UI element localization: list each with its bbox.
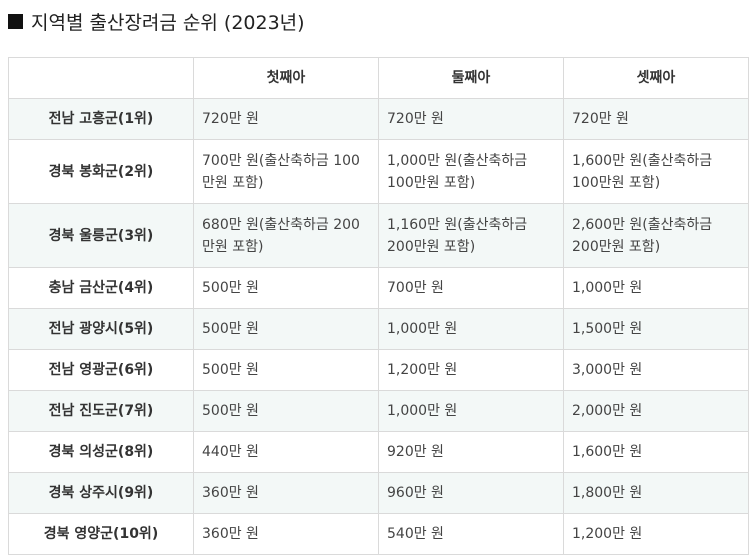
second-child-cell: 1,000만 원(출산축하금 100만원 포함) [378, 139, 564, 204]
header-third-child: 셋째아 [563, 57, 749, 99]
third-child-cell: 1,600만 원 [563, 431, 749, 473]
third-child-cell: 1,000만 원 [563, 267, 749, 309]
region-cell: 전남 진도군(7위) [8, 390, 194, 432]
first-child-cell: 700만 원(출산축하금 100만원 포함) [193, 139, 379, 204]
second-child-cell: 1,000만 원 [378, 308, 564, 350]
region-cell: 경북 상주시(9위) [8, 472, 194, 514]
region-cell: 충남 금산군(4위) [8, 267, 194, 309]
region-cell: 전남 고흥군(1위) [8, 98, 194, 140]
third-child-cell: 1,500만 원 [563, 308, 749, 350]
region-cell: 경북 영양군(10위) [8, 513, 194, 555]
third-child-cell: 1,200만 원 [563, 513, 749, 555]
table-row: 충남 금산군(4위) 500만 원 700만 원 1,000만 원 [8, 267, 749, 309]
region-cell: 경북 봉화군(2위) [8, 139, 194, 204]
first-child-cell: 440만 원 [193, 431, 379, 473]
second-child-cell: 1,160만 원(출산축하금 200만원 포함) [378, 203, 564, 268]
third-child-cell: 3,000만 원 [563, 349, 749, 391]
table-row: 경북 상주시(9위) 360만 원 960만 원 1,800만 원 [8, 472, 749, 514]
region-cell: 전남 광양시(5위) [8, 308, 194, 350]
second-child-cell: 720만 원 [378, 98, 564, 140]
second-child-cell: 1,200만 원 [378, 349, 564, 391]
table-row: 전남 고흥군(1위) 720만 원 720만 원 720만 원 [8, 98, 749, 140]
region-cell: 전남 영광군(6위) [8, 349, 194, 391]
first-child-cell: 500만 원 [193, 349, 379, 391]
third-child-cell: 2,000만 원 [563, 390, 749, 432]
table-row: 경북 봉화군(2위) 700만 원(출산축하금 100만원 포함) 1,000만… [8, 139, 749, 204]
third-child-cell: 2,600만 원(출산축하금 200만원 포함) [563, 203, 749, 268]
table-row: 전남 진도군(7위) 500만 원 1,000만 원 2,000만 원 [8, 390, 749, 432]
table-header-row: 첫째아 둘째아 셋째아 [8, 57, 749, 99]
third-child-cell: 720만 원 [563, 98, 749, 140]
first-child-cell: 360만 원 [193, 513, 379, 555]
second-child-cell: 1,000만 원 [378, 390, 564, 432]
header-second-child: 둘째아 [378, 57, 564, 99]
header-region [8, 57, 194, 99]
second-child-cell: 920만 원 [378, 431, 564, 473]
second-child-cell: 700만 원 [378, 267, 564, 309]
table-row: 경북 울릉군(3위) 680만 원(출산축하금 200만원 포함) 1,160만… [8, 203, 749, 268]
first-child-cell: 680만 원(출산축하금 200만원 포함) [193, 203, 379, 268]
region-cell: 경북 의성군(8위) [8, 431, 194, 473]
page-title: 지역별 출산장려금 순위 (2023년) [8, 6, 305, 36]
third-child-cell: 1,600만 원(출산축하금 100만원 포함) [563, 139, 749, 204]
table-row: 전남 영광군(6위) 500만 원 1,200만 원 3,000만 원 [8, 349, 749, 391]
header-first-child: 첫째아 [193, 57, 379, 99]
black-square-icon [8, 13, 23, 29]
page-title-text: 지역별 출산장려금 순위 (2023년) [31, 11, 305, 34]
table-row: 경북 영양군(10위) 360만 원 540만 원 1,200만 원 [8, 513, 749, 555]
table-row: 전남 광양시(5위) 500만 원 1,000만 원 1,500만 원 [8, 308, 749, 350]
first-child-cell: 500만 원 [193, 267, 379, 309]
first-child-cell: 500만 원 [193, 390, 379, 432]
first-child-cell: 500만 원 [193, 308, 379, 350]
page: 지역별 출산장려금 순위 (2023년) 첫째아 둘째아 셋째아 전남 고흥군(… [0, 0, 754, 560]
incentive-table: 첫째아 둘째아 셋째아 전남 고흥군(1위) 720만 원 720만 원 720… [8, 57, 749, 555]
table-row: 경북 의성군(8위) 440만 원 920만 원 1,600만 원 [8, 431, 749, 473]
second-child-cell: 960만 원 [378, 472, 564, 514]
first-child-cell: 720만 원 [193, 98, 379, 140]
region-cell: 경북 울릉군(3위) [8, 203, 194, 268]
first-child-cell: 360만 원 [193, 472, 379, 514]
second-child-cell: 540만 원 [378, 513, 564, 555]
third-child-cell: 1,800만 원 [563, 472, 749, 514]
